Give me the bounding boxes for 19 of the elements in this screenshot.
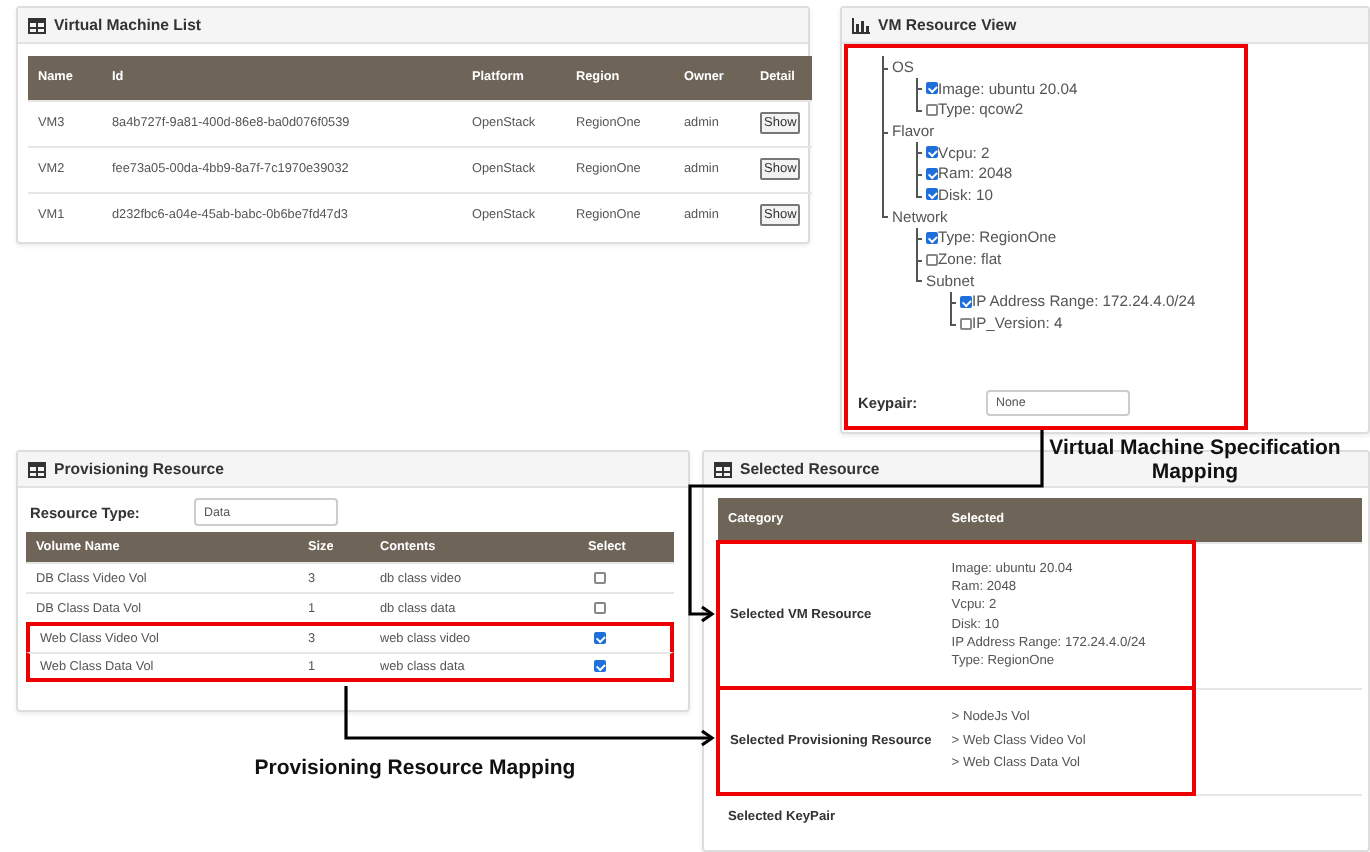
checkbox[interactable] <box>594 601 606 614</box>
checkbox[interactable] <box>960 295 972 308</box>
annotation-label: Provisioning Resource Mapping <box>252 756 578 780</box>
annotation-label: Virtual Machine Specification Mapping <box>1047 436 1343 484</box>
table-icon <box>28 17 46 33</box>
table-icon <box>28 461 46 477</box>
checkbox[interactable] <box>926 188 938 201</box>
checkbox[interactable] <box>594 659 606 672</box>
checkbox[interactable] <box>926 103 938 116</box>
table-icon <box>714 461 732 477</box>
checkbox[interactable] <box>926 167 938 180</box>
checkbox[interactable] <box>926 231 938 244</box>
chart-icon <box>852 17 870 33</box>
checkbox[interactable] <box>926 82 938 95</box>
checkbox[interactable] <box>960 317 972 330</box>
checkbox[interactable] <box>926 253 938 266</box>
checkbox[interactable] <box>594 571 606 584</box>
checkbox[interactable] <box>926 146 938 159</box>
checkbox[interactable] <box>594 632 606 645</box>
